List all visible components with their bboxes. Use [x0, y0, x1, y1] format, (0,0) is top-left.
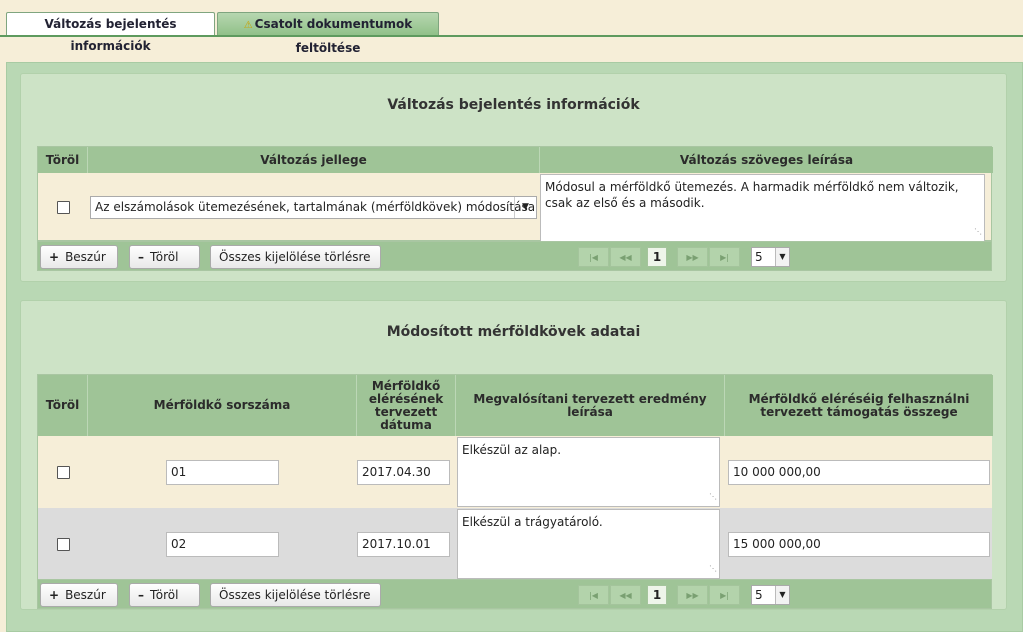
table-row: 02 2017.10.01 Elkészül a trágyatároló. ⋱…: [38, 508, 992, 582]
result-description-text: Elkészül az alap.: [462, 443, 562, 457]
insert-button[interactable]: + Beszúr: [40, 583, 118, 607]
panel-title: Változás bejelentés információk: [387, 97, 640, 113]
first-page-icon[interactable]: |◀: [578, 585, 609, 605]
delete-cell: [38, 508, 88, 580]
current-page[interactable]: 1: [647, 247, 667, 267]
next-page-icon[interactable]: ▶▶: [677, 247, 708, 267]
plus-icon: +: [49, 250, 60, 264]
result-description-text: Elkészül a trágyatároló.: [462, 515, 603, 529]
delete-button[interactable]: – Töröl: [129, 245, 200, 269]
support-amount-input[interactable]: 15 000 000,00: [728, 532, 990, 557]
column-header-delete: Töröl: [38, 147, 88, 173]
milestones-grid: Töröl Mérföldkő sorszáma Mérföldkő eléré…: [37, 374, 993, 584]
tab-attached-documents[interactable]: ⚠ Csatolt dokumentumok feltöltése: [217, 12, 439, 55]
milestone-date-input[interactable]: 2017.04.30: [357, 460, 450, 485]
insert-label: Beszúr: [65, 588, 106, 602]
page-size-select[interactable]: 5 ▼: [751, 585, 790, 605]
column-header-result-description: Megvalósítani tervezett eredmény leírása: [456, 375, 725, 436]
current-page[interactable]: 1: [647, 585, 667, 605]
page-size-value: 5: [755, 588, 763, 602]
change-info-grid: Töröl Változás jellege Változás szöveges…: [37, 146, 993, 242]
change-type-value: Az elszámolások ütemezésének, tartalmána…: [95, 200, 536, 214]
panel-title: Módosított mérföldkövek adatai: [386, 324, 641, 340]
clear-selection-label: Összes kijelölése törlésre: [219, 250, 371, 264]
result-description-textarea[interactable]: Elkészül az alap. ⋱: [457, 437, 720, 507]
insert-label: Beszúr: [65, 250, 106, 264]
page-size-select[interactable]: 5 ▼: [751, 247, 790, 267]
modified-milestones-panel: Módosított mérföldkövek adatai Töröl Mér…: [20, 300, 1007, 610]
result-description-textarea[interactable]: Elkészül a trágyatároló. ⋱: [457, 509, 720, 579]
milestone-number-input[interactable]: 01: [166, 460, 279, 485]
prev-page-icon[interactable]: ◀◀: [610, 585, 641, 605]
resize-grip-icon[interactable]: ⋱: [709, 561, 717, 577]
tab-change-notification-info[interactable]: Változás bejelentés információk: [6, 12, 215, 53]
first-page-icon[interactable]: |◀: [578, 247, 609, 267]
grid-toolbar: + Beszúr – Töröl Összes kijelölése törlésr…: [37, 579, 992, 609]
column-header-milestone-number: Mérföldkő sorszáma: [88, 375, 357, 436]
column-header-delete: Töröl: [38, 375, 88, 436]
change-info-panel: Változás bejelentés információk Töröl Vá…: [20, 73, 1007, 282]
insert-button[interactable]: + Beszúr: [40, 245, 118, 269]
delete-label: Töröl: [150, 588, 179, 602]
column-header-change-type: Változás jellege: [88, 147, 540, 173]
tab-bar: Változás bejelentés információk ⚠ Csatolt…: [6, 12, 441, 55]
content-area: Változás bejelentés információk Töröl Vá…: [6, 62, 1023, 632]
milestone-number-input[interactable]: 02: [166, 532, 279, 557]
column-header-change-description: Változás szöveges leírása: [540, 147, 993, 173]
grid-toolbar: + Beszúr – Töröl Összes kijelölése törlésr…: [37, 241, 992, 271]
change-description-text: Módosul a mérföldkő ütemezés. A harmadik…: [545, 180, 959, 210]
page-size-value: 5: [755, 250, 763, 264]
resize-grip-icon[interactable]: ⋱: [709, 489, 717, 505]
table-row: [38, 173, 88, 241]
delete-label: Töröl: [150, 250, 179, 264]
clear-selection-button[interactable]: Összes kijelölése törlésre: [210, 583, 381, 607]
milestone-date-input[interactable]: 2017.10.01: [357, 532, 450, 557]
chevron-down-icon[interactable]: ▼: [514, 197, 536, 218]
change-description-textarea[interactable]: Módosul a mérföldkő ütemezés. A harmadik…: [540, 174, 985, 242]
chevron-down-icon[interactable]: ▼: [775, 586, 789, 604]
resize-grip-icon[interactable]: ⋱: [974, 224, 982, 240]
change-type-select[interactable]: Az elszámolások ütemezésének, tartalmána…: [90, 196, 537, 219]
warning-icon: ⚠: [243, 20, 253, 31]
table-row: 01 2017.04.30 Elkészül az alap. ⋱ 10 000…: [38, 436, 992, 508]
last-page-icon[interactable]: ▶|: [709, 247, 740, 267]
plus-icon: +: [49, 588, 60, 602]
delete-button[interactable]: – Töröl: [129, 583, 200, 607]
delete-checkbox[interactable]: [56, 465, 70, 479]
last-page-icon[interactable]: ▶|: [709, 585, 740, 605]
clear-selection-label: Összes kijelölése törlésre: [219, 588, 371, 602]
column-header-milestone-date: Mérföldkő elérésének tervezett dátuma: [357, 375, 456, 436]
delete-checkbox[interactable]: [56, 537, 70, 551]
chevron-down-icon[interactable]: ▼: [775, 248, 789, 266]
minus-icon: –: [138, 588, 144, 602]
next-page-icon[interactable]: ▶▶: [677, 585, 708, 605]
support-amount-input[interactable]: 10 000 000,00: [728, 460, 990, 485]
clear-selection-button[interactable]: Összes kijelölése törlésre: [210, 245, 381, 269]
delete-checkbox[interactable]: [56, 200, 70, 214]
column-header-support-amount: Mérföldkő eléréséig felhasználni terveze…: [725, 375, 993, 436]
minus-icon: –: [138, 250, 144, 264]
tab-underline: [0, 35, 1023, 37]
delete-cell: [38, 436, 88, 508]
prev-page-icon[interactable]: ◀◀: [610, 247, 641, 267]
